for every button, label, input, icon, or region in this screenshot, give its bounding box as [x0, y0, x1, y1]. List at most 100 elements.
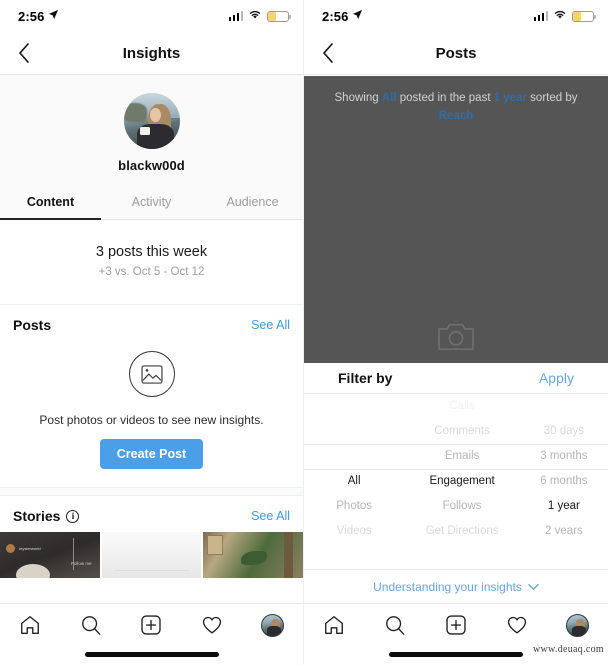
- stories-see-all-link[interactable]: See All: [251, 509, 290, 523]
- image-placeholder-icon: [128, 351, 175, 397]
- heart-icon[interactable]: [504, 612, 530, 638]
- filter-sheet-header: Filter by Apply: [304, 363, 608, 394]
- status-indicators-right: [533, 7, 596, 25]
- battery-low-icon: [267, 10, 291, 22]
- posts-see-all-link[interactable]: See All: [251, 318, 290, 332]
- apply-button[interactable]: Apply: [539, 370, 574, 386]
- stories-section-header: Stories i See All: [0, 496, 303, 532]
- filter-by-label: Filter by: [338, 370, 393, 386]
- tab-content[interactable]: Content: [0, 186, 101, 220]
- story-thumbnail-3[interactable]: [203, 532, 303, 578]
- time-period-column[interactable]: 30 days 3 months 6 months 1 year 2 years: [520, 394, 608, 534]
- showing-metric[interactable]: Reach: [439, 110, 474, 122]
- showing-prefix: Showing: [334, 92, 382, 104]
- week-summary: 3 posts this week +3 vs. Oct 5 - Oct 12: [0, 220, 303, 305]
- status-time-right: 2:56: [322, 8, 349, 24]
- create-post-button[interactable]: Create Post: [99, 439, 204, 469]
- status-bar-right: 2:56: [304, 0, 608, 32]
- cellular-signal-icon: [533, 11, 548, 21]
- picker-item[interactable]: Videos: [304, 519, 404, 534]
- bottom-nav-icons-left: [0, 604, 303, 646]
- week-summary-subtitle: +3 vs. Oct 5 - Oct 12: [98, 266, 205, 278]
- week-summary-title: 3 posts this week: [95, 244, 208, 260]
- picker-item[interactable]: 3 months: [520, 444, 608, 469]
- status-time: 2:56: [18, 8, 45, 24]
- profile-avatar-icon[interactable]: [565, 612, 591, 638]
- search-icon[interactable]: [78, 612, 104, 638]
- picker-item-selected[interactable]: Engagement: [404, 469, 520, 494]
- showing-type[interactable]: All: [382, 92, 397, 104]
- dual-screenshot-container: 2:56 Insights blackw00d Content Activity…: [0, 0, 608, 665]
- add-post-icon[interactable]: [443, 612, 469, 638]
- camera-icon: [437, 320, 475, 357]
- info-circle-icon[interactable]: i: [66, 509, 80, 523]
- post-type-column[interactable]: All Photos Videos Carousel Posts: [304, 394, 404, 534]
- watermark: www.deuaq.com: [532, 644, 604, 655]
- picker-item[interactable]: Follows: [404, 494, 520, 519]
- showing-filter-summary: Showing All posted in the past 1 year so…: [304, 76, 608, 126]
- status-time-group: 2:56: [18, 7, 59, 25]
- picker-item[interactable]: 30 days: [520, 419, 608, 444]
- picker-item[interactable]: [520, 394, 608, 419]
- picker-item-selected[interactable]: 1 year: [520, 494, 608, 519]
- story-thumbnail-1[interactable]: mysterworld Follow me: [0, 532, 100, 578]
- home-icon[interactable]: [321, 612, 347, 638]
- insights-screen: 2:56 Insights blackw00d Content Activity…: [0, 0, 304, 665]
- picker-item[interactable]: [304, 394, 404, 419]
- location-arrow-icon: [352, 7, 363, 25]
- tab-audience[interactable]: Audience: [202, 186, 303, 220]
- picker-item[interactable]: [304, 444, 404, 469]
- picker-item[interactable]: Emails: [404, 444, 520, 469]
- profile-avatar-icon[interactable]: [260, 612, 286, 638]
- picker-item[interactable]: [304, 419, 404, 444]
- home-icon[interactable]: [17, 612, 43, 638]
- understanding-insights-link[interactable]: Understanding your insights: [304, 569, 608, 603]
- status-time-group-right: 2:56: [322, 7, 363, 25]
- home-indicator-right: [389, 652, 523, 657]
- picker-item-selected[interactable]: All: [304, 469, 404, 494]
- understanding-insights-label: Understanding your insights: [373, 579, 522, 594]
- home-indicator-left: [84, 652, 219, 657]
- showing-suffix: sorted by: [526, 92, 578, 104]
- bottom-nav-left: [0, 603, 303, 665]
- username: blackw00d: [118, 158, 185, 173]
- search-icon[interactable]: [382, 612, 408, 638]
- back-button-left[interactable]: [12, 41, 36, 65]
- posts-empty-text: Post photos or videos to see new insight…: [39, 413, 264, 427]
- metric-column[interactable]: Calls Comments Emails Engagement Follows…: [404, 394, 520, 534]
- tab-activity[interactable]: Activity: [101, 186, 202, 220]
- story-thumbnail-2[interactable]: [101, 532, 202, 578]
- add-post-icon[interactable]: [138, 612, 164, 638]
- showing-middle: posted in the past: [396, 92, 494, 104]
- picker-item[interactable]: Calls: [404, 394, 520, 419]
- picker-item[interactable]: 2 years: [520, 519, 608, 534]
- stories-section-title: Stories i: [13, 508, 80, 524]
- bottom-nav-right: www.deuaq.com: [304, 603, 608, 665]
- bottom-nav-icons-right: [304, 604, 608, 646]
- page-title-left: Insights: [122, 44, 181, 62]
- showing-period[interactable]: 1 year: [494, 92, 527, 104]
- posts-navbar: Posts: [304, 32, 608, 75]
- insights-tabs: Content Activity Audience: [0, 186, 303, 220]
- filter-picker[interactable]: All Photos Videos Carousel Posts Calls C…: [304, 394, 608, 534]
- stories-thumbnail-strip: mysterworld Follow me: [0, 532, 303, 578]
- page-title-right: Posts: [435, 44, 477, 62]
- picker-item[interactable]: 6 months: [520, 469, 608, 494]
- battery-low-icon: [572, 10, 596, 22]
- picker-item[interactable]: Comments: [404, 419, 520, 444]
- wifi-icon: [248, 7, 262, 25]
- back-button-right[interactable]: [316, 41, 340, 65]
- location-arrow-icon: [48, 7, 59, 25]
- cellular-signal-icon: [228, 11, 243, 21]
- heart-icon[interactable]: [199, 612, 225, 638]
- wifi-icon: [553, 7, 567, 25]
- status-bar-left: 2:56: [0, 0, 303, 32]
- filter-sheet: Filter by Apply All Photos Videos Carous…: [304, 363, 608, 603]
- posts-section-header: Posts See All: [0, 305, 303, 341]
- posts-filter-screen: 2:56 Posts Showing All posted in the pas…: [304, 0, 608, 665]
- status-indicators: [228, 7, 291, 25]
- section-divider: [0, 487, 303, 496]
- picker-item[interactable]: Get Directions: [404, 519, 520, 534]
- chevron-down-icon: [528, 580, 539, 594]
- picker-item[interactable]: Photos: [304, 494, 404, 519]
